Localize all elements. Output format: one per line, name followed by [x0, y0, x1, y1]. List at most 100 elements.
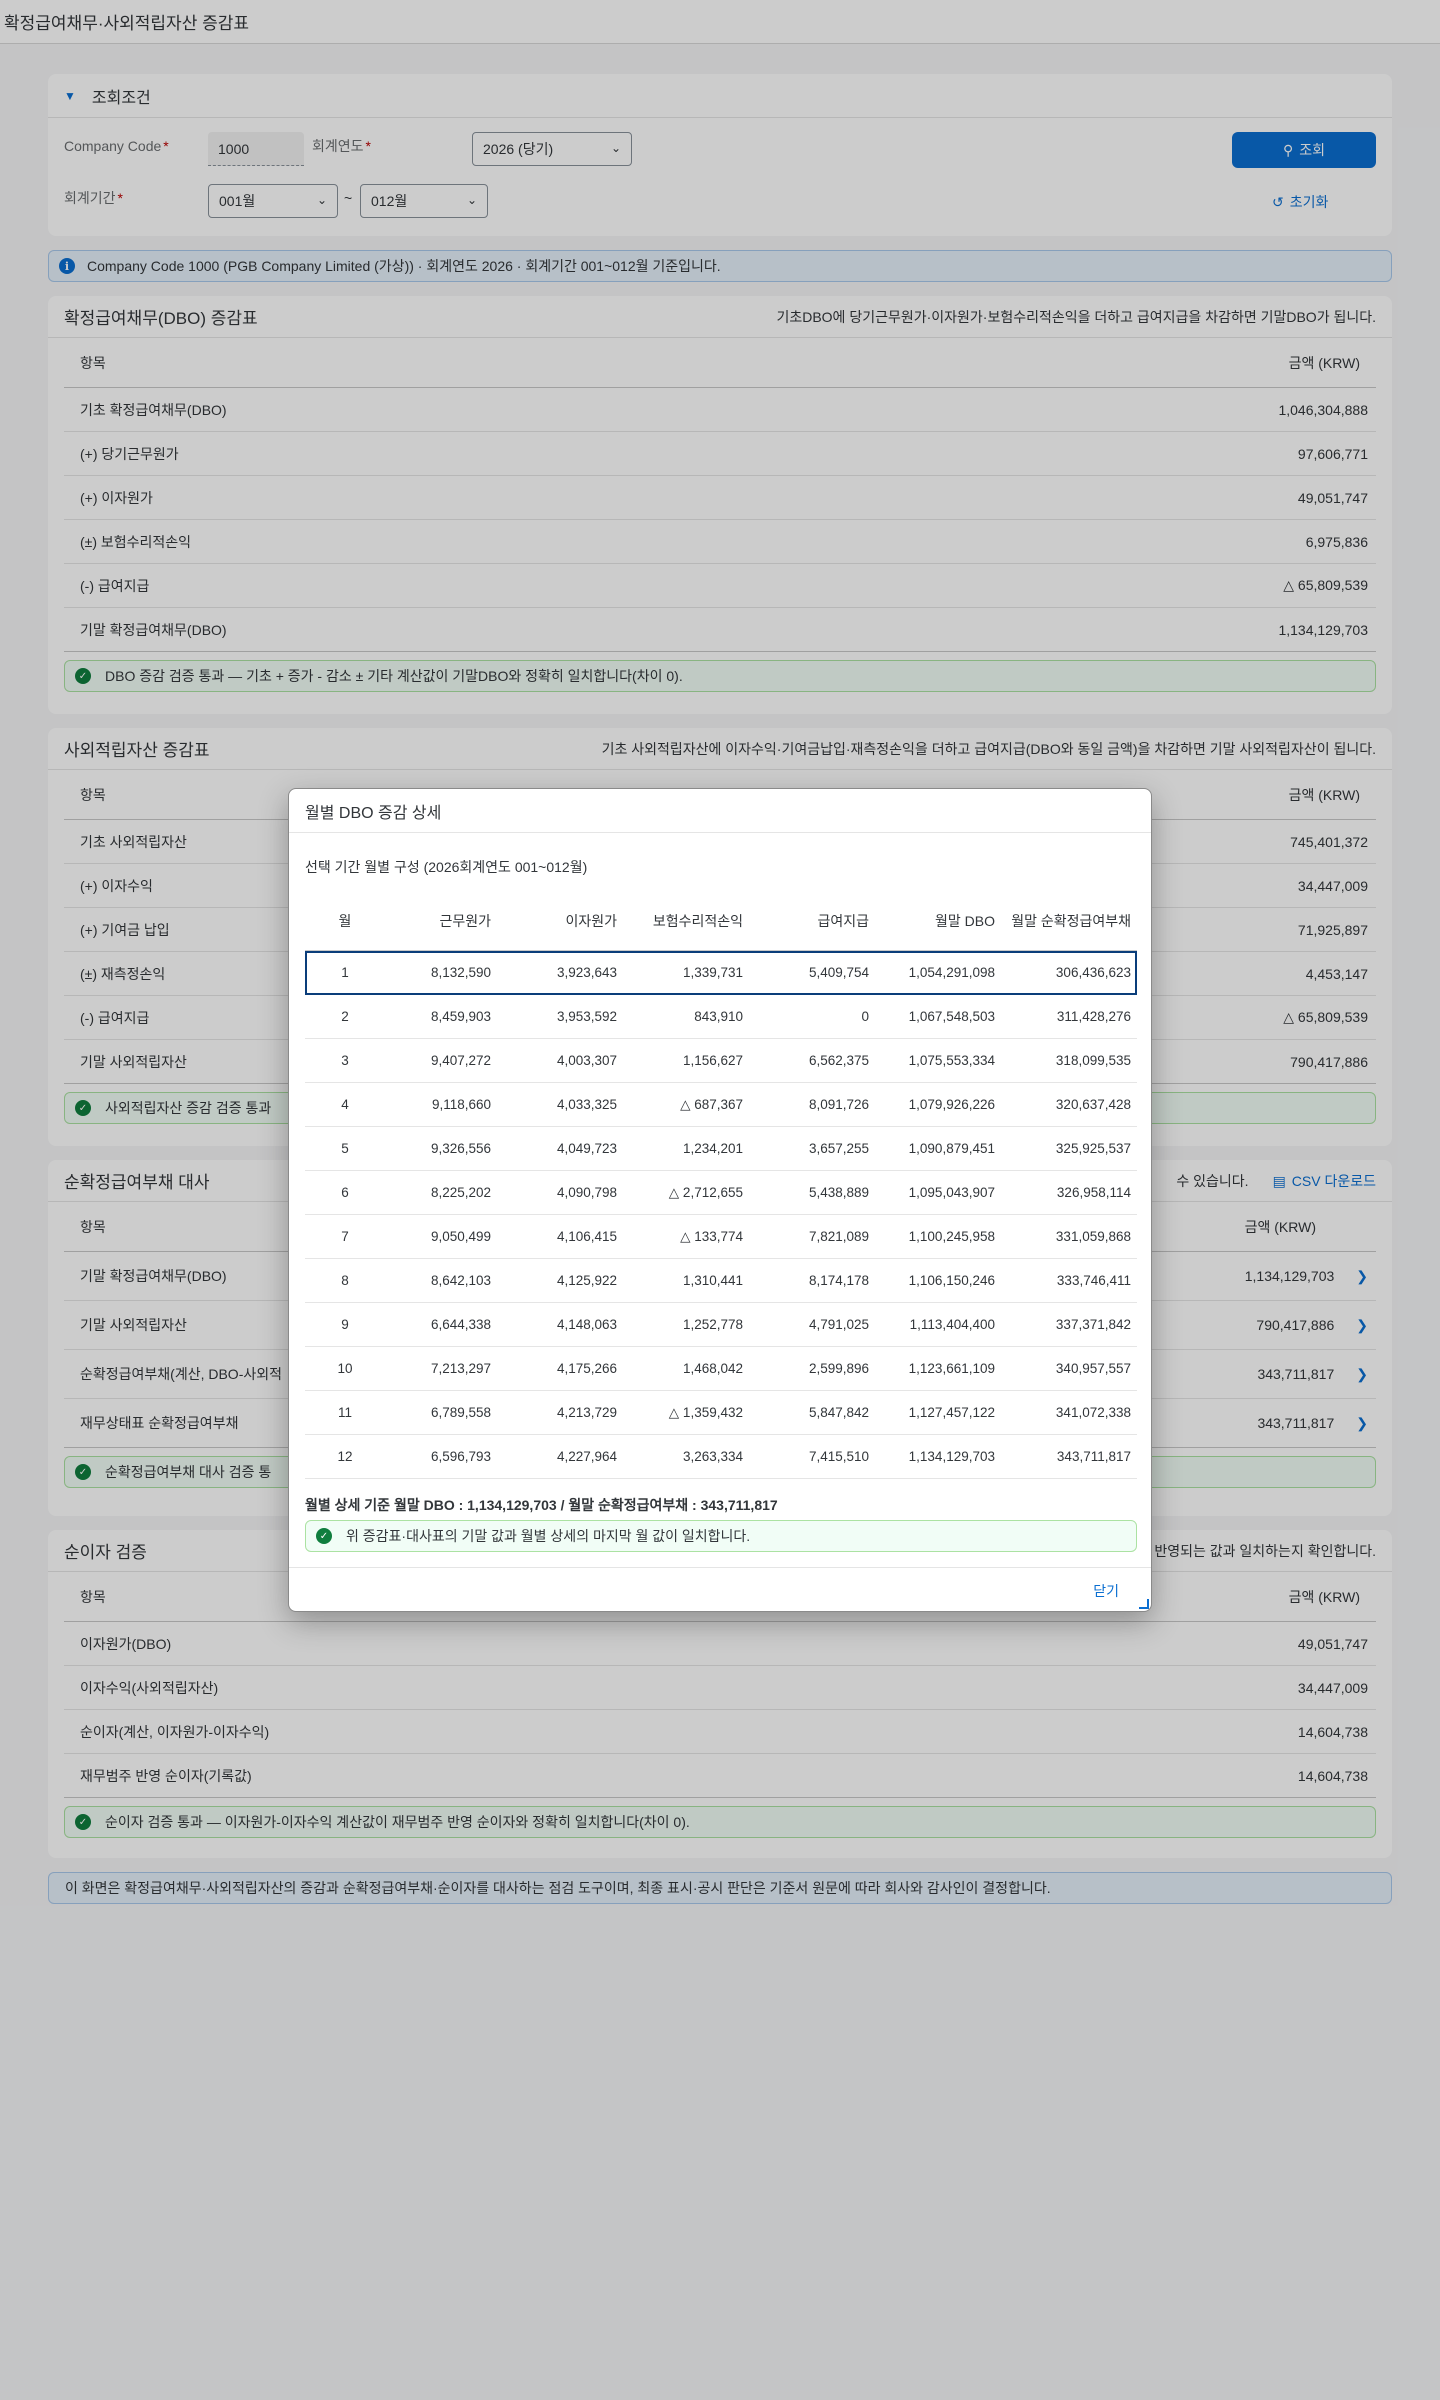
resize-handle[interactable] — [1139, 1599, 1149, 1609]
cell-interest-cost: 4,213,729 — [556, 1405, 617, 1420]
cell-month-end-dbo: 1,123,661,109 — [908, 1361, 995, 1376]
cell-benefits-paid: 6,562,375 — [808, 1053, 869, 1068]
cell-month: 5 — [341, 1141, 349, 1156]
table-row[interactable]: 1 8,132,590 3,923,643 1,339,731 5,409,754 1,0… — [305, 951, 1137, 995]
column-month-end-dbo: 월말 DBO — [935, 912, 995, 929]
cell-month: 11 — [337, 1405, 352, 1420]
cell-month-end-dbo: 1,067,548,503 — [908, 1009, 995, 1024]
table-row[interactable]: 12 6,596,793 4,227,964 3,263,334 7,415,510 1,… — [305, 1435, 1137, 1479]
cell-actuarial: 1,339,731 — [682, 965, 743, 980]
table-header: 월 근무원가 이자원가 보험수리적손익 급여지급 월말 DBO 월말 순확정급여… — [305, 891, 1137, 951]
cell-benefits-paid: 4,791,025 — [808, 1317, 869, 1332]
dialog-subtitle: 선택 기간 월별 구성 (2026회계연도 001~012월) — [305, 859, 588, 875]
table-row[interactable]: 8 8,642,103 4,125,922 1,310,441 8,174,178 1,1… — [305, 1259, 1137, 1303]
cell-benefits-paid: 5,847,842 — [808, 1405, 869, 1420]
cell-net-liability: 343,711,817 — [1056, 1449, 1131, 1464]
cell-actuarial: △ 687,367 — [680, 1096, 743, 1112]
cell-service-cost: 6,789,558 — [430, 1405, 491, 1420]
cell-month-end-dbo: 1,100,245,958 — [908, 1229, 995, 1244]
cell-service-cost: 8,642,103 — [430, 1273, 491, 1288]
cell-benefits-paid: 8,174,178 — [808, 1273, 869, 1288]
cell-benefits-paid: 3,657,255 — [808, 1141, 869, 1156]
cell-net-liability: 306,436,623 — [1055, 965, 1131, 980]
cell-interest-cost: 4,049,723 — [556, 1141, 617, 1156]
cell-month: 9 — [341, 1317, 349, 1332]
cell-month-end-dbo: 1,075,553,334 — [908, 1053, 995, 1068]
cell-month-end-dbo: 1,106,150,246 — [908, 1273, 995, 1288]
cell-service-cost: 8,459,903 — [430, 1009, 491, 1024]
cell-month: 1 — [341, 965, 349, 980]
cell-actuarial: 3,263,334 — [682, 1449, 743, 1464]
column-month: 월 — [338, 912, 352, 929]
cell-interest-cost: 4,175,266 — [556, 1361, 617, 1376]
column-actuarial: 보험수리적손익 — [652, 912, 743, 929]
cell-benefits-paid: 5,438,889 — [808, 1185, 869, 1200]
cell-net-liability: 320,637,428 — [1055, 1097, 1131, 1112]
dialog-success-strip: ✓ 위 증감표·대사표의 기말 값과 월별 상세의 마지막 월 값이 일치합니다… — [305, 1520, 1137, 1552]
cell-service-cost: 9,118,660 — [431, 1097, 491, 1112]
cell-benefits-paid: 7,415,510 — [808, 1449, 869, 1464]
cell-service-cost: 9,326,556 — [430, 1141, 491, 1156]
cell-actuarial: △ 1,359,432 — [668, 1404, 743, 1420]
cell-interest-cost: 4,227,964 — [556, 1449, 617, 1464]
table-row[interactable]: 10 7,213,297 4,175,266 1,468,042 2,599,896 1,… — [305, 1347, 1137, 1391]
cell-actuarial: 843,910 — [694, 1009, 743, 1024]
cell-service-cost: 6,596,793 — [430, 1449, 491, 1464]
close-button[interactable]: 닫기 — [1093, 1581, 1119, 1601]
check-icon: ✓ — [316, 1528, 332, 1544]
column-net-liability: 월말 순확정급여부채 — [1011, 912, 1131, 929]
cell-month: 8 — [341, 1273, 349, 1288]
table-row[interactable]: 4 9,118,660 4,033,325 △ 687,367 8,091,726 1,0… — [305, 1083, 1137, 1127]
column-service-cost: 근무원가 — [439, 912, 491, 929]
cell-actuarial: 1,234,201 — [682, 1141, 743, 1156]
cell-month-end-dbo: 1,113,404,400 — [909, 1317, 995, 1332]
cell-net-liability: 318,099,535 — [1055, 1053, 1131, 1068]
cell-interest-cost: 4,033,325 — [556, 1097, 617, 1112]
cell-service-cost: 8,225,202 — [430, 1185, 491, 1200]
cell-net-liability: 333,746,411 — [1056, 1273, 1131, 1288]
cell-benefits-paid: 8,091,726 — [808, 1097, 869, 1112]
cell-month: 4 — [341, 1097, 349, 1112]
monthly-dbo-dialog: 월별 DBO 증감 상세 선택 기간 월별 구성 (2026회계연도 001~0… — [288, 788, 1152, 1612]
cell-interest-cost: 3,923,643 — [556, 965, 617, 980]
cell-month: 3 — [341, 1053, 349, 1068]
table-row[interactable]: 11 6,789,558 4,213,729 △ 1,359,432 5,847,842… — [305, 1391, 1137, 1435]
dialog-title: 월별 DBO 증감 상세 — [305, 804, 442, 822]
cell-month: 2 — [341, 1009, 349, 1024]
cell-net-liability: 337,371,842 — [1055, 1317, 1131, 1332]
dialog-summary: 월별 상세 기준 월말 DBO : 1,134,129,703 / 월말 순확정… — [305, 1497, 778, 1513]
table-row[interactable]: 3 9,407,272 4,003,307 1,156,627 6,562,375 1,0… — [305, 1039, 1137, 1083]
cell-service-cost: 9,407,272 — [430, 1053, 491, 1068]
cell-net-liability: 341,072,338 — [1055, 1405, 1131, 1420]
cell-month-end-dbo: 1,127,457,122 — [908, 1405, 995, 1420]
cell-month-end-dbo: 1,090,879,451 — [908, 1141, 995, 1156]
cell-service-cost: 6,644,338 — [430, 1317, 491, 1332]
cell-actuarial: △ 133,774 — [680, 1228, 743, 1244]
table-row[interactable]: 9 6,644,338 4,148,063 1,252,778 4,791,025 1,1… — [305, 1303, 1137, 1347]
cell-benefits-paid: 2,599,896 — [808, 1361, 869, 1376]
column-benefits-paid: 급여지급 — [817, 912, 869, 929]
cell-benefits-paid: 7,821,089 — [808, 1229, 869, 1244]
table-row[interactable]: 2 8,459,903 3,953,592 843,910 0 1,067,548,503… — [305, 995, 1137, 1039]
cell-net-liability: 331,059,868 — [1055, 1229, 1131, 1244]
cell-service-cost: 7,213,297 — [430, 1361, 491, 1376]
cell-month: 12 — [337, 1449, 353, 1464]
cell-month-end-dbo: 1,095,043,907 — [908, 1185, 995, 1200]
cell-actuarial: 1,310,441 — [682, 1273, 743, 1288]
cell-interest-cost: 4,090,798 — [556, 1185, 617, 1200]
cell-month: 10 — [337, 1361, 353, 1376]
monthly-table: 월 근무원가 이자원가 보험수리적손익 급여지급 월말 DBO 월말 순확정급여… — [305, 891, 1137, 1479]
cell-interest-cost: 4,003,307 — [556, 1053, 617, 1068]
table-row[interactable]: 5 9,326,556 4,049,723 1,234,201 3,657,255 1,0… — [305, 1127, 1137, 1171]
cell-service-cost: 9,050,499 — [430, 1229, 491, 1244]
cell-actuarial: △ 2,712,655 — [668, 1184, 743, 1200]
cell-net-liability: 340,957,557 — [1055, 1361, 1131, 1376]
cell-actuarial: 1,468,042 — [682, 1361, 743, 1376]
table-row[interactable]: 6 8,225,202 4,090,798 △ 2,712,655 5,438,889 1… — [305, 1171, 1137, 1215]
cell-interest-cost: 4,106,415 — [556, 1229, 617, 1244]
cell-net-liability: 311,428,276 — [1056, 1009, 1131, 1024]
cell-benefits-paid: 0 — [861, 1009, 869, 1024]
table-row[interactable]: 7 9,050,499 4,106,415 △ 133,774 7,821,089 1,1… — [305, 1215, 1137, 1259]
cell-net-liability: 326,958,114 — [1056, 1185, 1131, 1200]
dialog-header: 월별 DBO 증감 상세 — [289, 789, 1151, 833]
